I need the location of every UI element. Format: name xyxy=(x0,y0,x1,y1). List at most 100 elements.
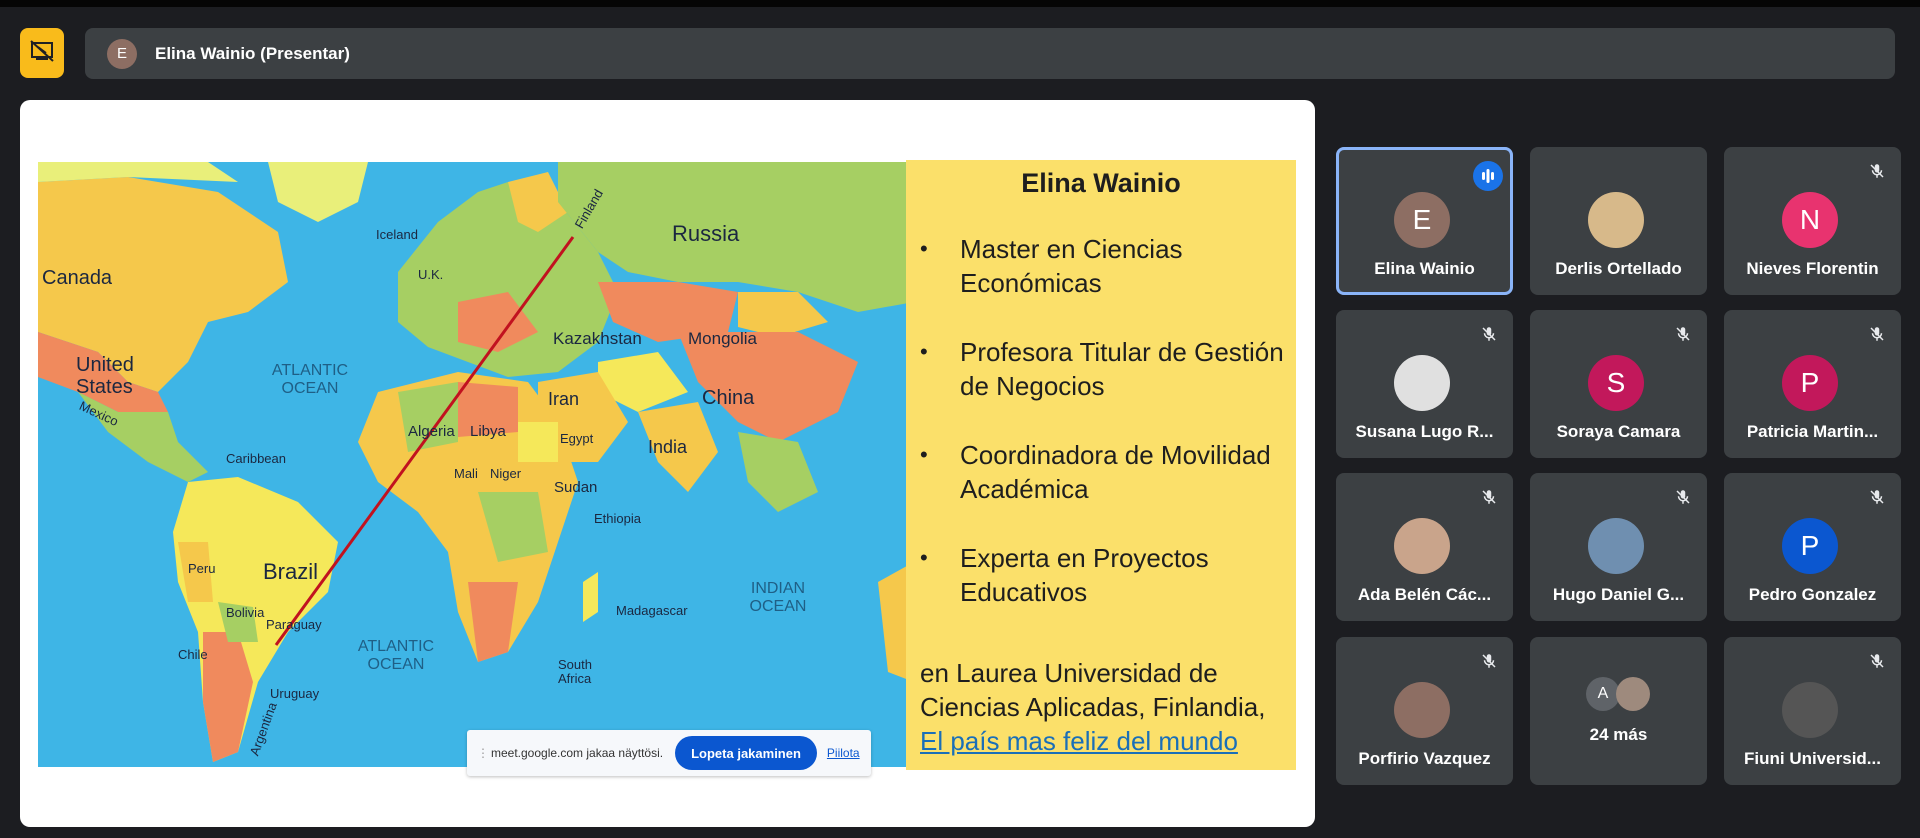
map-label-chile: Chile xyxy=(178,647,208,662)
speaking-indicator-icon xyxy=(1473,161,1503,191)
bio-panel: Elina Wainio Master en Ciencias Económic… xyxy=(906,160,1296,770)
participant-tile[interactable]: N Nieves Florentin xyxy=(1724,147,1901,295)
map-label-peru: Peru xyxy=(188,561,216,576)
map-label-libya: Libya xyxy=(470,423,506,440)
map-label-algeria: Algeria xyxy=(408,423,455,440)
bio-footer-text: en Laurea Universidad de Ciencias Aplica… xyxy=(920,658,1266,722)
participant-tile[interactable]: Susana Lugo R... xyxy=(1336,310,1513,458)
map-label-mongolia: Mongolia xyxy=(688,329,757,348)
participant-name: Susana Lugo R... xyxy=(1355,422,1494,441)
share-notice-text: meet.google.com jakaa näyttösi. xyxy=(491,746,664,760)
participant-avatar xyxy=(1782,682,1838,738)
participant-avatar: E xyxy=(1394,192,1450,248)
avatar xyxy=(1616,677,1650,711)
presenter-name: Elina Wainio (Presentar) xyxy=(155,43,350,63)
participant-name: Soraya Camara xyxy=(1556,422,1681,441)
participant-name: Ada Belén Các... xyxy=(1357,585,1492,604)
bio-item: Experta en Proyectos Educativos xyxy=(920,541,1290,609)
map-label-mali: Mali xyxy=(454,466,478,481)
map-label-uruguay: Uruguay xyxy=(270,686,320,701)
map-label-atlantic-north: ATLANTIC OCEAN xyxy=(271,362,349,397)
mic-off-icon xyxy=(1863,483,1891,511)
participant-avatar xyxy=(1588,518,1644,574)
participant-tile[interactable]: S Soraya Camara xyxy=(1530,310,1707,458)
screen-share-notice: ⋮ meet.google.com jakaa näyttösi. Lopeta… xyxy=(467,730,871,776)
map-label-caribbean: Caribbean xyxy=(226,451,286,466)
drag-handle-icon[interactable]: ⋮ xyxy=(477,746,489,760)
participant-tile[interactable]: P Patricia Martin... xyxy=(1724,310,1901,458)
presenting-indicator-button[interactable] xyxy=(20,28,64,78)
map-label-madagascar: Madagascar xyxy=(616,603,688,618)
world-map: Russia Canada United States Kazakhstan M… xyxy=(38,162,914,767)
mic-off-icon xyxy=(1669,320,1697,348)
participant-tile[interactable]: Fiuni Universid... xyxy=(1724,637,1901,785)
participant-tile[interactable]: P Pedro Gonzalez xyxy=(1724,473,1901,621)
map-label-canada: Canada xyxy=(42,267,113,289)
map-label-south-africa: South Africa xyxy=(558,657,592,687)
mic-off-icon xyxy=(1863,157,1891,185)
map-label-sudan: Sudan xyxy=(554,479,598,496)
bio-title: Elina Wainio xyxy=(1021,168,1181,198)
mic-off-icon xyxy=(1863,320,1891,348)
participant-name: 24 más xyxy=(1589,725,1648,744)
map-label-china: China xyxy=(702,387,755,409)
happiest-country-link[interactable]: El país mas feliz del mundo xyxy=(920,726,1238,756)
presenter-bar: E Elina Wainio (Presentar) xyxy=(85,28,1895,79)
map-label-bolivia: Bolivia xyxy=(226,605,265,620)
participant-name: Nieves Florentin xyxy=(1746,259,1879,278)
participant-name: Porfirio Vazquez xyxy=(1358,749,1491,768)
participant-name: Fiuni Universid... xyxy=(1744,749,1881,768)
world-map-shapes xyxy=(38,162,914,762)
map-label-egypt: Egypt xyxy=(560,431,594,446)
map-label-kazakhstan: Kazakhstan xyxy=(553,329,642,348)
participant-avatar: P xyxy=(1782,518,1838,574)
map-label-brazil: Brazil xyxy=(263,559,319,584)
participant-avatar: P xyxy=(1782,355,1838,411)
map-label-russia: Russia xyxy=(672,221,740,246)
participant-tile[interactable]: Porfirio Vazquez xyxy=(1336,637,1513,785)
presentation-stage: Russia Canada United States Kazakhstan M… xyxy=(20,100,1315,827)
avatar: A xyxy=(1586,677,1620,711)
map-label-iran: Iran xyxy=(548,389,580,409)
participant-name: Derlis Ortellado xyxy=(1555,259,1682,278)
mic-off-icon xyxy=(1475,483,1503,511)
participant-avatar xyxy=(1394,682,1450,738)
map-label-uk: U.K. xyxy=(418,267,444,282)
participant-name: Elina Wainio xyxy=(1374,259,1475,278)
bio-item: Profesora Titular de Gestión de Negocios xyxy=(920,335,1290,403)
bio-item: Coordinadora de Movilidad Académica xyxy=(920,438,1290,506)
participant-avatar xyxy=(1394,355,1450,411)
stop-sharing-button[interactable]: Lopeta jakaminen xyxy=(675,736,817,770)
map-label-indian-ocean: INDIAN OCEAN xyxy=(749,580,807,615)
mic-off-icon xyxy=(1863,647,1891,675)
bio-footer: en Laurea Universidad de Ciencias Aplica… xyxy=(920,656,1290,758)
participant-tile[interactable]: Derlis Ortellado xyxy=(1530,147,1707,295)
participant-name: Pedro Gonzalez xyxy=(1748,585,1877,604)
participant-tile[interactable]: A 24 más xyxy=(1530,637,1707,785)
map-label-india: India xyxy=(648,437,688,457)
mic-off-icon xyxy=(1669,483,1697,511)
map-label-united-states: United States xyxy=(76,354,134,398)
mic-off-icon xyxy=(1475,647,1503,675)
bio-item: Master en Ciencias Económicas xyxy=(920,232,1290,300)
map-label-paraguay: Paraguay xyxy=(266,617,322,632)
map-label-iceland: Iceland xyxy=(376,227,418,242)
map-label-atlantic-south: ATLANTIC OCEAN xyxy=(357,638,435,673)
participant-avatar: S xyxy=(1588,355,1644,411)
participant-avatar xyxy=(1394,518,1450,574)
hide-notice-link[interactable]: Piilota xyxy=(827,746,860,760)
map-label-ethiopia: Ethiopia xyxy=(594,511,641,526)
presenter-avatar: E xyxy=(107,38,137,69)
participant-avatar: N xyxy=(1782,192,1838,248)
participant-tile[interactable]: E Elina Wainio xyxy=(1336,147,1513,295)
bio-list: Master en Ciencias Económicas Profesora … xyxy=(920,232,1290,609)
screen-share-off-icon xyxy=(29,39,55,68)
participant-tile[interactable]: Ada Belén Các... xyxy=(1336,473,1513,621)
window-top-edge xyxy=(0,0,1920,7)
overflow-avatars: A xyxy=(1586,677,1650,711)
participant-avatar xyxy=(1588,192,1644,248)
map-label-niger: Niger xyxy=(490,466,522,481)
mic-off-icon xyxy=(1475,320,1503,348)
participant-name: Patricia Martin... xyxy=(1746,422,1879,441)
participant-tile[interactable]: Hugo Daniel G... xyxy=(1530,473,1707,621)
